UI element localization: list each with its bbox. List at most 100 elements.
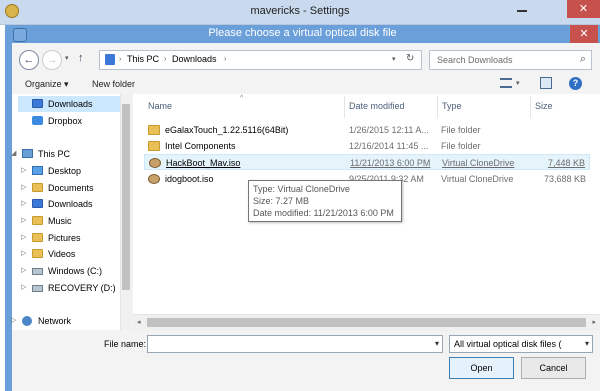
expand-chevron-icon[interactable]: ▷: [21, 233, 26, 241]
pictures-icon: [32, 233, 43, 242]
file-name: HackBoot_Mav.iso: [166, 158, 241, 168]
file-type-filter-value: All virtual optical disk files (: [454, 339, 562, 349]
file-name: Intel Components: [165, 141, 236, 151]
file-name-input[interactable]: ▾: [147, 335, 443, 353]
expand-chevron-icon[interactable]: ▷: [21, 216, 26, 224]
sort-ascending-icon: ^: [240, 95, 244, 102]
nav-item-documents[interactable]: ▷ Documents: [18, 180, 120, 196]
new-folder-button[interactable]: New folder: [92, 79, 135, 89]
expand-chevron-icon[interactable]: ▷: [21, 266, 26, 274]
help-icon[interactable]: ?: [569, 77, 582, 90]
nav-item-label: Downloads: [48, 199, 93, 209]
column-header-name[interactable]: Name: [148, 101, 172, 111]
desktop-icon: [32, 166, 43, 175]
column-header-date[interactable]: Date modified: [349, 101, 405, 111]
scroll-right-icon[interactable]: ▸: [592, 318, 596, 326]
folder-icon: [148, 141, 160, 151]
recent-locations-chevron-icon[interactable]: ▾: [65, 54, 69, 62]
dialog-close-button[interactable]: ✕: [570, 25, 598, 43]
drive-icon: [32, 268, 43, 275]
forward-arrow-icon: →: [46, 54, 58, 66]
music-icon: [32, 216, 43, 225]
file-size: 7,448 KB: [547, 158, 585, 168]
downloads-location-icon: [105, 54, 115, 65]
forward-button[interactable]: →: [42, 50, 62, 70]
nav-item-label: Documents: [48, 183, 94, 193]
expand-chevron-icon[interactable]: ▷: [11, 316, 16, 324]
expand-chevron-icon[interactable]: ▷: [21, 249, 26, 257]
disc-image-icon: [149, 158, 161, 168]
folder-icon: [148, 125, 160, 135]
cancel-button[interactable]: Cancel: [521, 357, 586, 379]
nav-item-label: Pictures: [48, 233, 81, 243]
refresh-icon[interactable]: ↻: [406, 53, 414, 64]
nav-item-label: Music: [48, 216, 72, 226]
preview-pane-icon[interactable]: [540, 77, 552, 89]
nav-item-dropbox[interactable]: Dropbox: [18, 113, 120, 129]
breadcrumb-this-pc[interactable]: This PC: [127, 54, 159, 64]
file-type: File folder: [441, 141, 481, 151]
column-header-size[interactable]: Size: [535, 101, 553, 111]
videos-icon: [32, 249, 43, 258]
file-row[interactable]: Intel Components 12/16/2014 11:45 ... Fi…: [144, 138, 590, 154]
nav-item-recovery-d[interactable]: ▷ RECOVERY (D:): [18, 280, 120, 296]
nav-item-label: Network: [38, 316, 72, 326]
chevron-down-icon[interactable]: ▾: [435, 339, 439, 348]
tooltip-type: Type: Virtual CloneDrive: [253, 184, 350, 194]
minimize-button[interactable]: [509, 0, 535, 18]
nav-item-videos[interactable]: ▷ Videos: [18, 246, 120, 262]
view-dropdown-icon[interactable]: ▾: [516, 79, 520, 87]
column-divider[interactable]: [437, 96, 438, 118]
background-close-button[interactable]: ✕: [567, 0, 600, 18]
nav-item-desktop[interactable]: ▷ Desktop: [18, 163, 120, 179]
downloads-folder-icon: [32, 199, 43, 208]
search-input[interactable]: Search Downloads ⌕: [429, 50, 592, 70]
column-divider[interactable]: [530, 96, 531, 118]
expand-chevron-icon[interactable]: ▷: [21, 283, 26, 291]
open-button[interactable]: Open: [449, 357, 514, 379]
nav-item-downloads[interactable]: ▷ Downloads: [18, 196, 120, 212]
nav-item-pictures[interactable]: ▷ Pictures: [18, 230, 120, 246]
file-type: Virtual CloneDrive: [442, 158, 515, 168]
expand-chevron-icon[interactable]: ▷: [21, 183, 26, 191]
file-date: 1/26/2015 12:11 A...: [349, 125, 429, 135]
expand-chevron-icon[interactable]: ▷: [21, 166, 26, 174]
file-size: 73,688 KB: [543, 174, 586, 184]
address-bar[interactable]: › This PC › Downloads › ▾ ↻: [99, 50, 422, 70]
horizontal-scroll-thumb[interactable]: [147, 318, 586, 327]
column-header-type[interactable]: Type: [442, 101, 462, 111]
up-arrow-icon[interactable]: ↑: [78, 52, 84, 64]
nav-item-downloads-favorite[interactable]: Downloads: [18, 96, 120, 112]
breadcrumb-separator-icon: ›: [164, 56, 167, 63]
file-date: 12/16/2014 11:45 ...: [349, 141, 429, 151]
nav-item-label: RECOVERY (D:): [48, 283, 116, 293]
network-icon: [22, 316, 32, 326]
dropbox-icon: [32, 116, 43, 125]
breadcrumb-separator-icon: ›: [119, 56, 122, 63]
background-window-titlebar: mavericks - Settings ✕: [0, 0, 600, 25]
nav-item-this-pc[interactable]: ◢ This PC: [8, 146, 120, 162]
breadcrumb-downloads[interactable]: Downloads: [172, 54, 217, 64]
scroll-left-icon[interactable]: ◂: [137, 318, 141, 326]
file-row[interactable]: eGalaxTouch_1.22.5116(64Bit) 1/26/2015 1…: [144, 122, 590, 138]
column-divider[interactable]: [344, 96, 345, 118]
file-info-tooltip: Type: Virtual CloneDrive Size: 7.27 MB D…: [248, 180, 402, 222]
nav-item-music[interactable]: ▷ Music: [18, 213, 120, 229]
nav-item-label: Downloads: [48, 99, 93, 109]
address-dropdown-icon[interactable]: ▾: [392, 55, 396, 63]
search-placeholder: Search Downloads: [437, 55, 513, 65]
documents-icon: [32, 183, 43, 192]
organize-menu[interactable]: Organize ▾: [25, 79, 69, 90]
collapse-chevron-icon[interactable]: ◢: [11, 149, 16, 157]
nav-item-windows-c[interactable]: ▷ Windows (C:): [18, 263, 120, 279]
view-options-icon[interactable]: [500, 78, 512, 88]
expand-chevron-icon[interactable]: ▷: [21, 199, 26, 207]
chevron-down-icon[interactable]: ▾: [585, 339, 589, 348]
file-row-hovered[interactable]: HackBoot_Mav.iso 11/21/2013 6:00 PM Virt…: [144, 154, 590, 170]
nav-item-label: Desktop: [48, 166, 82, 176]
nav-item-network[interactable]: ▷ Network: [8, 313, 120, 329]
back-button[interactable]: ←: [19, 50, 39, 70]
navigation-scroll-thumb[interactable]: [122, 104, 130, 290]
file-name: eGalaxTouch_1.22.5116(64Bit): [165, 125, 289, 135]
file-type-filter-select[interactable]: All virtual optical disk files ( ▾: [449, 335, 593, 353]
